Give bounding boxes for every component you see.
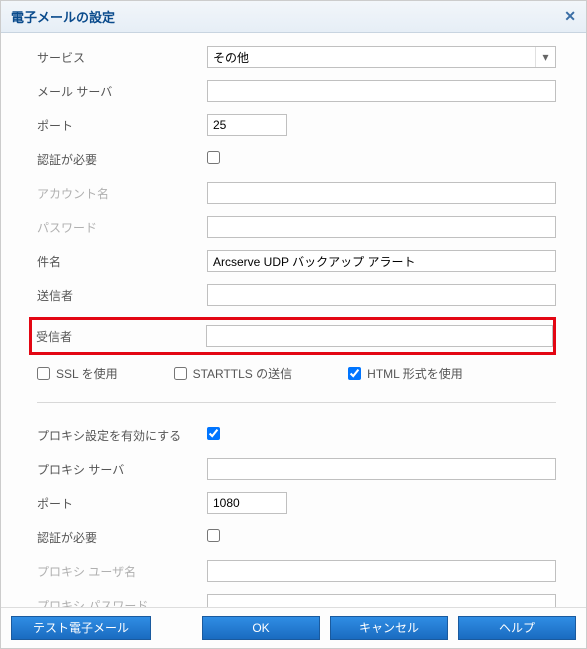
subject-input[interactable]	[207, 250, 556, 272]
section-divider	[37, 402, 556, 403]
proxy-user-label: プロキシ ユーザ名	[37, 563, 207, 580]
title-bar: 電子メールの設定 ✕	[1, 1, 586, 33]
recipients-label: 受信者	[36, 328, 206, 345]
recipients-input[interactable]	[206, 325, 553, 347]
starttls-option[interactable]: STARTTLS の送信	[174, 365, 293, 382]
proxy-server-label: プロキシ サーバ	[37, 461, 207, 478]
auth-required-label: 認証が必要	[37, 151, 207, 168]
html-format-label: HTML 形式を使用	[367, 365, 463, 382]
mail-server-label: メール サーバ	[37, 83, 207, 100]
port-input[interactable]	[207, 114, 287, 136]
mail-server-input[interactable]	[207, 80, 556, 102]
password-label: パスワード	[37, 219, 207, 236]
cancel-button[interactable]: キャンセル	[330, 616, 448, 640]
starttls-label: STARTTLS の送信	[193, 365, 293, 382]
help-button[interactable]: ヘルプ	[458, 616, 576, 640]
ssl-checkbox[interactable]	[37, 367, 50, 380]
html-format-option[interactable]: HTML 形式を使用	[348, 365, 463, 382]
sender-label: 送信者	[37, 287, 207, 304]
account-name-input[interactable]	[207, 182, 556, 204]
service-select[interactable]: その他 ▾	[207, 46, 556, 68]
proxy-port-label: ポート	[37, 495, 207, 512]
sender-input[interactable]	[207, 284, 556, 306]
proxy-auth-checkbox[interactable]	[207, 529, 220, 542]
starttls-checkbox[interactable]	[174, 367, 187, 380]
subject-label: 件名	[37, 253, 207, 270]
proxy-enable-checkbox[interactable]	[207, 427, 220, 440]
button-bar: テスト電子メール OK キャンセル ヘルプ	[1, 607, 586, 648]
test-email-button[interactable]: テスト電子メール	[11, 616, 151, 640]
port-label: ポート	[37, 117, 207, 134]
service-value: その他	[213, 49, 249, 66]
recipients-highlight: 受信者	[29, 317, 556, 355]
proxy-enable-label: プロキシ設定を有効にする	[37, 427, 207, 444]
email-settings-dialog: 電子メールの設定 ✕ サービス その他 ▾ メール サーバ ポート 認証が必要	[0, 0, 587, 649]
ssl-label: SSL を使用	[56, 365, 118, 382]
service-label: サービス	[37, 49, 207, 66]
proxy-auth-label: 認証が必要	[37, 529, 207, 546]
proxy-user-input[interactable]	[207, 560, 556, 582]
chevron-down-icon: ▾	[535, 47, 555, 67]
proxy-server-input[interactable]	[207, 458, 556, 480]
html-format-checkbox[interactable]	[348, 367, 361, 380]
proxy-password-label: プロキシ パスワード	[37, 597, 207, 608]
dialog-title: 電子メールの設定	[11, 7, 115, 26]
ok-button[interactable]: OK	[202, 616, 320, 640]
proxy-password-input[interactable]	[207, 594, 556, 607]
account-name-label: アカウント名	[37, 185, 207, 202]
ssl-option[interactable]: SSL を使用	[37, 365, 118, 382]
close-icon[interactable]: ✕	[564, 8, 576, 25]
password-input[interactable]	[207, 216, 556, 238]
auth-required-checkbox[interactable]	[207, 151, 220, 164]
proxy-port-input[interactable]	[207, 492, 287, 514]
dialog-content: サービス その他 ▾ メール サーバ ポート 認証が必要 アカウント名	[1, 33, 586, 607]
